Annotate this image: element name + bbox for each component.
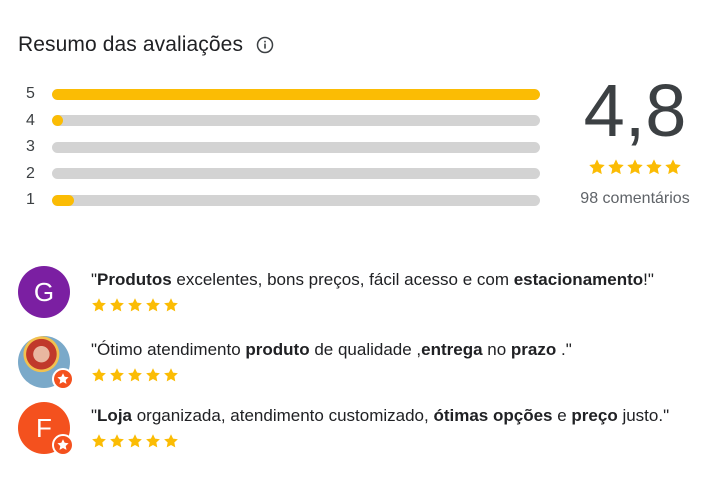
rating-row-2[interactable]: 2: [26, 161, 546, 188]
review-highlight: entrega: [421, 340, 483, 359]
rating-row-label: 2: [26, 164, 35, 182]
star-icon: [92, 368, 106, 382]
rating-row-5[interactable]: 5: [26, 81, 546, 108]
rating-row-label: 4: [26, 111, 35, 129]
rating-row-label: 5: [26, 85, 35, 103]
star-icon: [128, 298, 142, 312]
reviews-summary-header: Resumo das avaliações: [18, 33, 275, 57]
review-text: "Loja organizada, atendimento customizad…: [91, 402, 701, 430]
star-icon: [128, 368, 142, 382]
rating-bar-track: [52, 194, 540, 206]
star-icon: [146, 368, 160, 382]
review-highlight: Produtos: [97, 270, 172, 289]
review-item[interactable]: G "Produtos excelentes, bons preços, fáci…: [18, 266, 701, 318]
review-text-segment: e: [552, 406, 572, 425]
avatar-letter: F: [36, 412, 52, 443]
reviews-summary-title: Resumo das avaliações: [18, 33, 244, 56]
star-icon: [128, 434, 142, 448]
star-icon: [589, 159, 605, 175]
review-text-segment: "Ótimo atendimento: [91, 340, 246, 359]
review-count[interactable]: 98 comentários: [566, 190, 704, 208]
review-highlight: Loja: [97, 406, 132, 425]
rating-bar-track: [52, 141, 540, 153]
review-item[interactable]: F "Loja organizada, atendimento customiza…: [18, 402, 701, 456]
star-icon: [164, 368, 178, 382]
rating-bar-track: [52, 88, 540, 100]
rating-bar-fill: [52, 115, 63, 127]
average-score: 4,8: [583, 69, 687, 152]
star-icon: [164, 434, 178, 448]
star-icon: [608, 159, 624, 175]
review-stars: [91, 433, 701, 449]
star-icon: [110, 434, 124, 448]
review-text-segment: .": [556, 340, 572, 359]
rating-row-3[interactable]: 3: [26, 134, 546, 161]
rating-bar-track: [52, 168, 540, 180]
star-icon: [92, 434, 106, 448]
review-text-segment: !": [643, 270, 654, 289]
review-text-segment: de qualidade ,: [309, 340, 422, 359]
review-text-segment: no: [482, 340, 511, 359]
review-text: "Ótimo atendimento produto de qualidade …: [91, 336, 701, 364]
rating-row-1[interactable]: 1: [26, 187, 546, 214]
rating-row-label: 1: [26, 191, 35, 209]
average-stars: [566, 158, 704, 176]
review-highlight: produto: [245, 340, 310, 359]
star-icon: [146, 298, 160, 312]
review-text-segment: justo.": [617, 406, 670, 425]
review-highlight: ótimas opções: [433, 406, 553, 425]
star-icon: [665, 159, 681, 175]
rating-summary: 4,8 98 comentários: [566, 68, 704, 208]
rating-row-4[interactable]: 4: [26, 108, 546, 135]
review-highlight: preço: [571, 406, 618, 425]
rating-distribution: 5 4 3 2 1: [26, 81, 546, 214]
rating-row-label: 3: [26, 138, 35, 156]
review-text: "Produtos excelentes, bons preços, fácil…: [91, 266, 701, 294]
review-body: "Loja organizada, atendimento customizad…: [91, 402, 701, 454]
reviewer-avatar[interactable]: G: [18, 266, 70, 318]
info-icon[interactable]: [255, 35, 275, 55]
rating-bar-fill: [52, 88, 540, 100]
rating-bar-track: [52, 115, 540, 127]
review-highlight: estacionamento: [513, 270, 644, 289]
review-stars: [91, 367, 701, 383]
review-text-segment: excelentes, bons preços, fácil acesso e …: [171, 270, 514, 289]
review-highlight: prazo: [510, 340, 557, 359]
star-icon: [627, 159, 643, 175]
avatar-letter: G: [33, 276, 55, 307]
star-icon: [646, 159, 662, 175]
rating-bar-fill: [52, 194, 74, 206]
star-icon: [110, 368, 124, 382]
star-icon: [92, 298, 106, 312]
review-text-segment: organizada, atendimento customizado,: [132, 406, 434, 425]
review-body: "Produtos excelentes, bons preços, fácil…: [91, 266, 701, 318]
review-stars: [91, 297, 701, 313]
review-body: "Ótimo atendimento produto de qualidade …: [91, 336, 701, 388]
local-guide-badge-icon: [52, 434, 74, 456]
reviewer-avatar[interactable]: [18, 336, 74, 390]
local-guide-badge-icon: [52, 368, 74, 390]
review-item[interactable]: "Ótimo atendimento produto de qualidade …: [18, 336, 701, 390]
reviewer-avatar[interactable]: F: [18, 402, 74, 456]
star-icon: [110, 298, 124, 312]
star-icon: [146, 434, 160, 448]
star-icon: [164, 298, 178, 312]
